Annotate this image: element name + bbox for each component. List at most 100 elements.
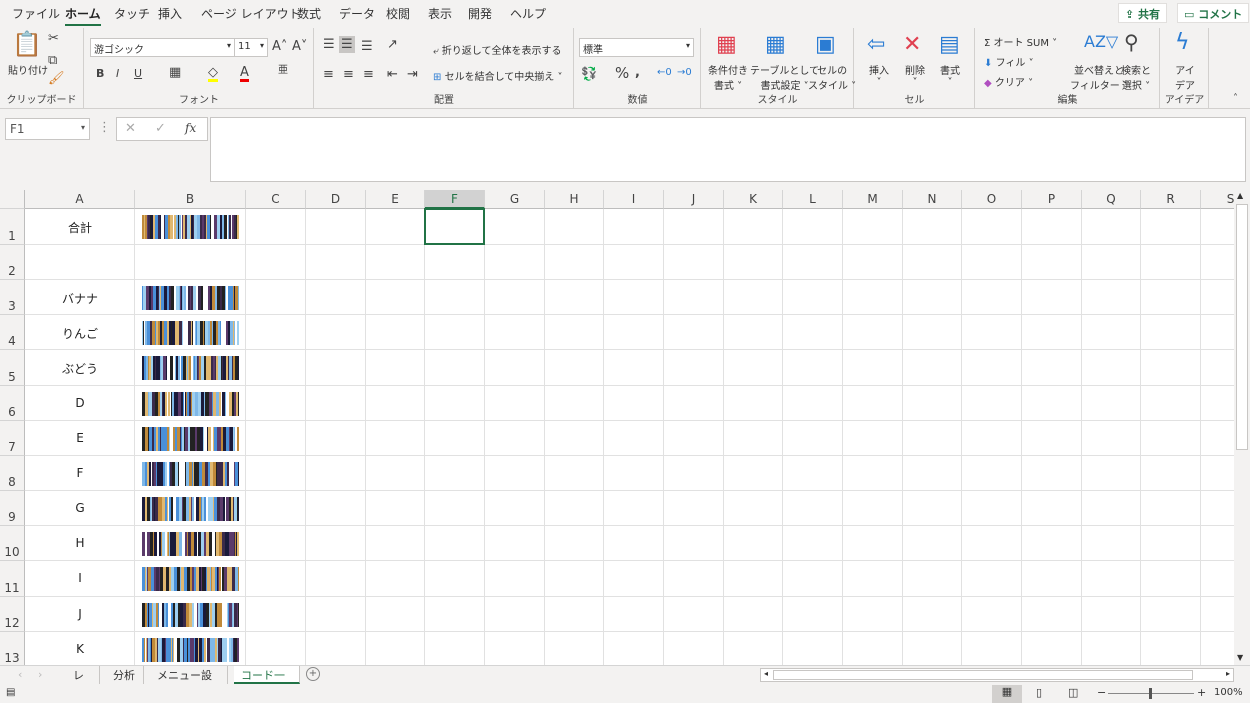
- increase-indent-icon[interactable]: ⇥: [407, 68, 418, 81]
- share-button[interactable]: ⇪ 共有: [1118, 3, 1168, 23]
- sort-filter-button[interactable]: 並べ替えと フィルター ˅: [1070, 62, 1128, 92]
- row-header-8[interactable]: 8: [0, 456, 25, 491]
- tab-2[interactable]: タッチ: [114, 5, 150, 22]
- column-header-F[interactable]: F: [425, 190, 485, 209]
- autosum-button[interactable]: Σ オート SUM ˅: [984, 34, 1057, 49]
- scroll-right-icon[interactable]: ▸: [1226, 669, 1230, 678]
- delete-cells-icon[interactable]: ✕: [903, 34, 921, 56]
- decrease-indent-icon[interactable]: ⇤: [387, 68, 398, 81]
- ideas-icon[interactable]: ϟ: [1175, 32, 1190, 54]
- column-header-R[interactable]: R: [1141, 190, 1201, 209]
- align-right-icon[interactable]: ≡: [363, 68, 374, 81]
- scroll-down-icon[interactable]: ▼: [1237, 653, 1243, 662]
- number-format-select[interactable]: 標準 ▾: [579, 38, 694, 57]
- conditional-format-button[interactable]: 条件付き 書式 ˅: [708, 62, 748, 92]
- column-header-D[interactable]: D: [306, 190, 366, 209]
- column-header-A[interactable]: A: [25, 190, 135, 209]
- cell-A3[interactable]: バナナ: [25, 290, 135, 307]
- tab-10[interactable]: ヘルプ: [510, 5, 546, 22]
- row-header-11[interactable]: 11: [0, 561, 25, 597]
- conditional-format-icon[interactable]: ▦: [716, 34, 737, 56]
- row-header-4[interactable]: 4: [0, 315, 25, 350]
- horizontal-scrollbar[interactable]: ◂ ▸: [760, 668, 1234, 682]
- zoom-level[interactable]: 100%: [1214, 687, 1243, 698]
- percent-button[interactable]: %: [615, 66, 629, 81]
- format-cells-button[interactable]: 書式 ˅: [940, 62, 960, 88]
- cut-icon[interactable]: ✂: [48, 32, 59, 45]
- find-select-button[interactable]: 検索と 選択 ˅: [1121, 62, 1151, 92]
- scroll-thumb[interactable]: [1236, 204, 1248, 450]
- barcode-image-B9[interactable]: [142, 496, 239, 521]
- cell-A5[interactable]: ぶどう: [25, 360, 135, 377]
- sheet-tab-1[interactable]: 分析: [106, 666, 144, 684]
- column-header-P[interactable]: P: [1022, 190, 1082, 209]
- column-header-G[interactable]: G: [485, 190, 545, 209]
- tab-4[interactable]: ページ レイアウト: [201, 5, 301, 22]
- select-all-corner[interactable]: [0, 190, 25, 209]
- zoom-in-icon[interactable]: +: [1197, 686, 1206, 699]
- selected-cell-F1[interactable]: [424, 208, 485, 245]
- column-header-O[interactable]: O: [962, 190, 1022, 209]
- format-painter-icon[interactable]: 🖌: [48, 72, 65, 85]
- cell-styles-button[interactable]: セルの スタイル ˅: [808, 62, 856, 92]
- scroll-up-icon[interactable]: ▲: [1237, 191, 1243, 200]
- cell-A13[interactable]: K: [25, 642, 135, 656]
- phonetic-icon[interactable]: 亜: [278, 66, 288, 76]
- cell-A10[interactable]: H: [25, 536, 135, 550]
- copy-icon[interactable]: ⧉: [48, 54, 57, 67]
- fill-color-icon[interactable]: ◇: [208, 66, 218, 82]
- tab-7[interactable]: 校閲: [386, 5, 410, 22]
- column-header-B[interactable]: B: [135, 190, 246, 209]
- fill-button[interactable]: ⬇ フィル ˅: [984, 54, 1034, 69]
- font-name-select[interactable]: 游ゴシック ▾: [90, 38, 235, 57]
- name-box[interactable]: F1 ▾: [5, 118, 90, 140]
- add-sheet-icon[interactable]: +: [306, 667, 320, 681]
- zoom-out-icon[interactable]: −: [1097, 686, 1106, 699]
- cell-A11[interactable]: I: [25, 571, 135, 585]
- barcode-image-B12[interactable]: [142, 602, 239, 627]
- cell-A8[interactable]: F: [25, 466, 135, 480]
- format-cells-icon[interactable]: ▤: [939, 34, 960, 56]
- cell-A1[interactable]: 合計: [25, 219, 135, 236]
- underline-button[interactable]: U: [134, 68, 142, 79]
- zoom-slider-thumb[interactable]: [1149, 688, 1152, 699]
- column-header-H[interactable]: H: [545, 190, 604, 209]
- italic-button[interactable]: I: [116, 68, 119, 79]
- cell-A7[interactable]: E: [25, 431, 135, 445]
- barcode-image-B3[interactable]: [142, 285, 239, 310]
- align-bottom-icon[interactable]: ☰: [361, 40, 373, 53]
- barcode-image-B6[interactable]: [142, 391, 239, 416]
- collapse-ribbon-icon[interactable]: ˄: [1233, 94, 1238, 104]
- row-header-1[interactable]: 1: [0, 209, 25, 245]
- row-header-5[interactable]: 5: [0, 350, 25, 386]
- decrease-decimal-icon[interactable]: →0: [677, 68, 692, 78]
- currency-icon[interactable]: 💱: [581, 68, 597, 81]
- tab-5[interactable]: 数式: [297, 5, 321, 22]
- column-header-S[interactable]: S: [1201, 190, 1234, 209]
- cell-A12[interactable]: J: [25, 607, 135, 621]
- next-sheet-icon[interactable]: ›: [38, 668, 42, 681]
- comma-style-icon[interactable]: ,: [635, 66, 640, 79]
- row-header-6[interactable]: 6: [0, 386, 25, 421]
- vertical-scrollbar[interactable]: ▲ ▼: [1234, 190, 1250, 665]
- prev-sheet-icon[interactable]: ‹: [18, 668, 22, 681]
- column-header-L[interactable]: L: [783, 190, 843, 209]
- comment-button[interactable]: ▭ コメント: [1177, 3, 1250, 23]
- find-icon[interactable]: ⚲: [1124, 32, 1139, 52]
- align-middle-icon[interactable]: ☰: [339, 36, 355, 53]
- row-header-10[interactable]: 10: [0, 526, 25, 561]
- merge-center-button[interactable]: ⊞ セルを結合して中央揃え ˅: [433, 68, 562, 83]
- row-header-12[interactable]: 12: [0, 597, 25, 632]
- cell-A9[interactable]: G: [25, 501, 135, 515]
- align-left-icon[interactable]: ≡: [323, 68, 334, 81]
- tab-8[interactable]: 表示: [428, 5, 452, 22]
- cell-styles-icon[interactable]: ▣: [815, 34, 836, 56]
- column-header-M[interactable]: M: [843, 190, 903, 209]
- column-header-I[interactable]: I: [604, 190, 664, 209]
- cancel-icon[interactable]: ✕: [125, 122, 136, 135]
- wrap-text-button[interactable]: ⤶ 折り返して全体を表示する: [433, 42, 561, 57]
- column-header-Q[interactable]: Q: [1082, 190, 1141, 209]
- format-as-table-icon[interactable]: ▦: [765, 34, 786, 56]
- grow-font-icon[interactable]: A˄: [272, 40, 287, 53]
- macro-record-icon[interactable]: ▤: [6, 687, 15, 698]
